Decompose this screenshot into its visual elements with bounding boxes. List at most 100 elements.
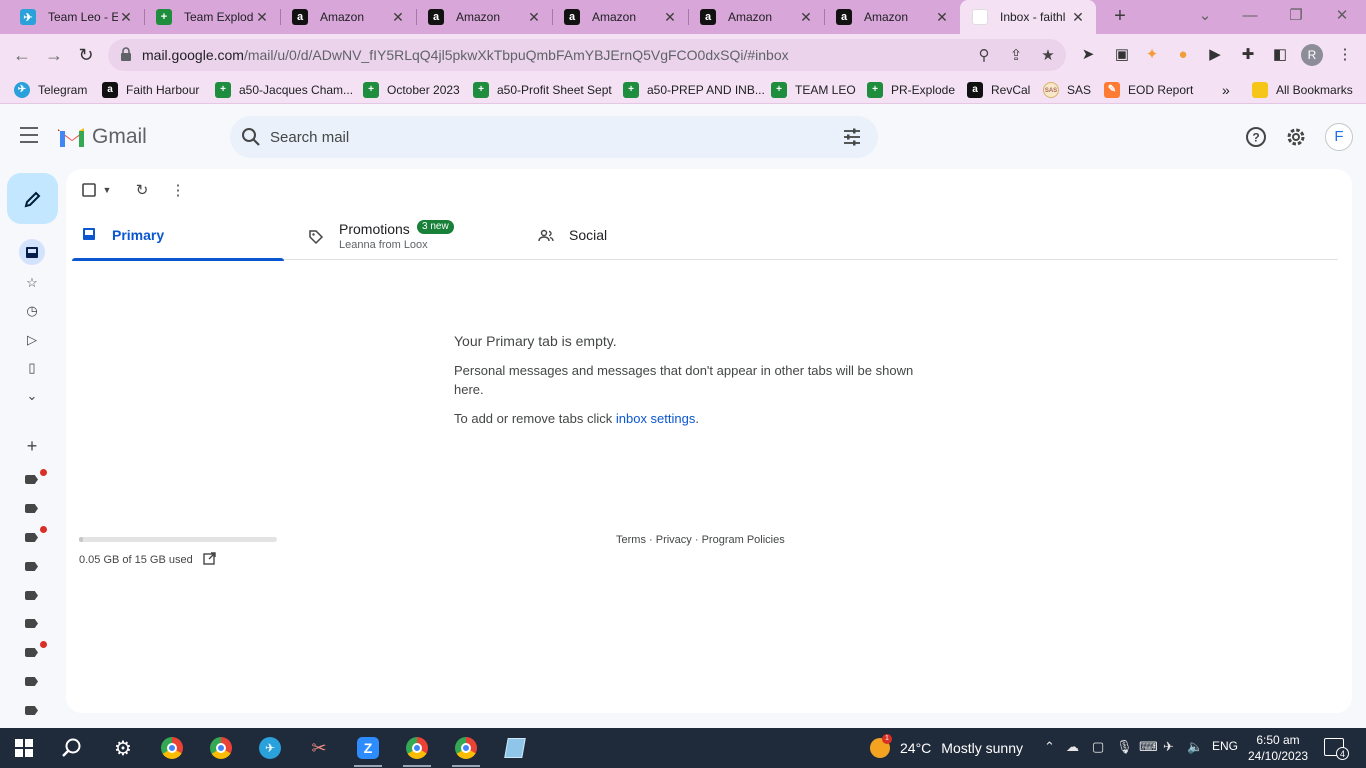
create-label-icon[interactable]: + bbox=[21, 435, 43, 457]
more-options-icon[interactable]: ⋮ bbox=[169, 181, 187, 199]
extension-badge-icon[interactable]: ✦ bbox=[1142, 45, 1162, 65]
main-menu-icon[interactable] bbox=[20, 127, 44, 147]
program-policies-link[interactable]: Program Policies bbox=[702, 534, 785, 546]
side-panel-icon[interactable]: ◧ bbox=[1270, 45, 1290, 65]
starred-icon[interactable]: ☆ bbox=[21, 272, 43, 294]
bookmark-item[interactable]: ✈ Telegram bbox=[14, 81, 87, 99]
bookmark-star-icon[interactable]: ★ bbox=[1037, 45, 1059, 67]
zoom-app-icon[interactable]: Z bbox=[348, 732, 388, 767]
telegram-icon[interactable]: ✈ bbox=[250, 732, 290, 764]
search-input[interactable] bbox=[270, 124, 830, 150]
browser-menu-icon[interactable]: ⋮ bbox=[1335, 45, 1355, 65]
address-bar[interactable]: mail.google.com/mail/u/0/d/ADwNV_fIY5RLq… bbox=[108, 39, 1066, 71]
bookmark-item[interactable]: + a50-Jacques Cham... bbox=[215, 81, 353, 99]
close-tab-icon[interactable]: ✕ bbox=[662, 9, 678, 26]
start-windows-icon[interactable] bbox=[4, 732, 44, 764]
account-avatar[interactable]: F bbox=[1325, 123, 1353, 151]
terms-link[interactable]: Terms bbox=[616, 534, 646, 546]
label-icon[interactable] bbox=[25, 591, 38, 600]
label-icon[interactable] bbox=[25, 706, 38, 715]
input-method-icon[interactable]: ⌨ bbox=[1139, 739, 1158, 755]
extension-circle-icon[interactable]: ● bbox=[1173, 45, 1193, 65]
inbox-icon[interactable] bbox=[19, 239, 45, 265]
label-icon[interactable] bbox=[25, 648, 38, 657]
browser-tab[interactable]: + Team Explod ✕ bbox=[144, 0, 280, 34]
volume-icon[interactable]: 🔈 bbox=[1187, 739, 1203, 755]
extension-arrow-icon[interactable]: ➤ bbox=[1078, 45, 1098, 65]
zoom-icon[interactable]: ⚲ bbox=[973, 45, 995, 67]
label-icon[interactable] bbox=[25, 677, 38, 686]
tab-social[interactable]: Social bbox=[536, 213, 746, 260]
label-icon[interactable] bbox=[25, 619, 38, 628]
back-button[interactable]: ← bbox=[9, 42, 35, 68]
privacy-link[interactable]: Privacy bbox=[656, 534, 692, 546]
browser-tab[interactable]: a Amazon ✕ bbox=[416, 0, 552, 34]
more-bookmarks-button[interactable]: » bbox=[1222, 81, 1230, 99]
tab-primary[interactable]: Primary bbox=[72, 213, 284, 261]
chrome-running-icon[interactable] bbox=[397, 732, 437, 767]
new-tab-button[interactable]: + bbox=[1108, 5, 1132, 29]
microphone-icon[interactable]: 🎙 bbox=[1116, 739, 1133, 755]
close-tab-icon[interactable]: ✕ bbox=[798, 9, 814, 26]
network-icon[interactable]: ✈ bbox=[1163, 739, 1174, 755]
close-tab-icon[interactable]: ✕ bbox=[934, 9, 950, 26]
minimize-button[interactable]: — bbox=[1228, 4, 1272, 30]
bookmark-item[interactable]: + PR-Explode bbox=[867, 81, 955, 99]
forward-button[interactable]: → bbox=[41, 42, 67, 68]
bookmark-item[interactable]: a RevCal bbox=[967, 81, 1030, 99]
sent-icon[interactable]: ▷ bbox=[21, 329, 43, 351]
chrome-profile-icon[interactable] bbox=[152, 732, 192, 764]
search-icon[interactable] bbox=[52, 732, 92, 764]
bookmark-item[interactable]: SAS SAS bbox=[1043, 81, 1091, 99]
label-icon[interactable] bbox=[25, 504, 38, 513]
chrome-icon[interactable] bbox=[201, 732, 241, 764]
bookmark-item[interactable]: + TEAM LEO bbox=[771, 81, 856, 99]
bookmark-item[interactable]: a Faith Harbour bbox=[102, 81, 199, 99]
close-tab-icon[interactable]: ✕ bbox=[1070, 9, 1086, 26]
close-tab-icon[interactable]: ✕ bbox=[254, 9, 270, 26]
tab-promotions[interactable]: Promotions 3 new Leanna from Loox bbox=[306, 213, 516, 260]
browser-tab-active[interactable]: M Inbox - faithl ✕ bbox=[960, 0, 1096, 34]
drafts-icon[interactable]: ▯ bbox=[21, 357, 43, 379]
label-icon[interactable] bbox=[25, 562, 38, 571]
label-icon[interactable] bbox=[25, 533, 38, 542]
extension-play-icon[interactable]: ▶ bbox=[1205, 45, 1225, 65]
help-icon[interactable]: ? bbox=[1244, 125, 1268, 149]
browser-tab[interactable]: a Amazon ✕ bbox=[824, 0, 960, 34]
tab-search-icon[interactable]: ⌄ bbox=[1183, 4, 1227, 30]
bookmark-item[interactable]: + a50-PREP AND INB... bbox=[623, 81, 765, 99]
gmail-logo[interactable]: Gmail bbox=[58, 125, 147, 149]
compose-button[interactable] bbox=[7, 173, 58, 224]
close-tab-icon[interactable]: ✕ bbox=[390, 9, 406, 26]
browser-tab[interactable]: a Amazon ✕ bbox=[280, 0, 416, 34]
search-options-icon[interactable] bbox=[842, 127, 862, 150]
snipping-tool-icon[interactable]: ✂ bbox=[299, 732, 339, 764]
chrome-running-icon[interactable] bbox=[446, 732, 486, 767]
browser-tab[interactable]: a Amazon ✕ bbox=[688, 0, 824, 34]
settings-gear-icon[interactable]: ⚙ bbox=[103, 732, 143, 764]
notepad-icon[interactable] bbox=[495, 732, 535, 764]
weather-widget[interactable]: 1 24°C Mostly sunny bbox=[870, 734, 1023, 758]
extensions-puzzle-icon[interactable]: ✚ bbox=[1238, 45, 1258, 65]
meet-camera-icon[interactable]: ▢ bbox=[1092, 739, 1104, 755]
browser-tab[interactable]: a Amazon ✕ bbox=[552, 0, 688, 34]
onedrive-cloud-icon[interactable]: ☁ bbox=[1066, 739, 1079, 755]
settings-gear-icon[interactable] bbox=[1284, 125, 1308, 149]
system-clock[interactable]: 6:50 am 24/10/2023 bbox=[1248, 732, 1308, 764]
browser-tab[interactable]: ✈ Team Leo - E ✕ bbox=[8, 0, 144, 34]
label-icon[interactable] bbox=[25, 475, 38, 484]
select-checkbox[interactable] bbox=[80, 181, 98, 199]
bookmark-item[interactable]: + a50-Profit Sheet Sept bbox=[473, 81, 612, 99]
bookmark-item[interactable]: + October 2023 bbox=[363, 81, 460, 99]
search-icon[interactable] bbox=[240, 126, 262, 151]
inbox-settings-link[interactable]: inbox settings bbox=[616, 411, 696, 426]
show-hidden-icons-chevron-icon[interactable]: ⌃ bbox=[1044, 739, 1055, 755]
close-tab-icon[interactable]: ✕ bbox=[118, 9, 134, 26]
refresh-icon[interactable]: ↻ bbox=[133, 181, 151, 199]
restore-button[interactable]: ❐ bbox=[1274, 4, 1318, 30]
browser-profile-avatar[interactable]: R bbox=[1301, 44, 1323, 66]
share-icon[interactable]: ⇪ bbox=[1005, 45, 1027, 67]
reload-button[interactable]: ↻ bbox=[73, 42, 99, 68]
more-chevron-down-icon[interactable]: ⌄ bbox=[21, 385, 43, 407]
close-window-button[interactable]: ✕ bbox=[1320, 4, 1364, 30]
